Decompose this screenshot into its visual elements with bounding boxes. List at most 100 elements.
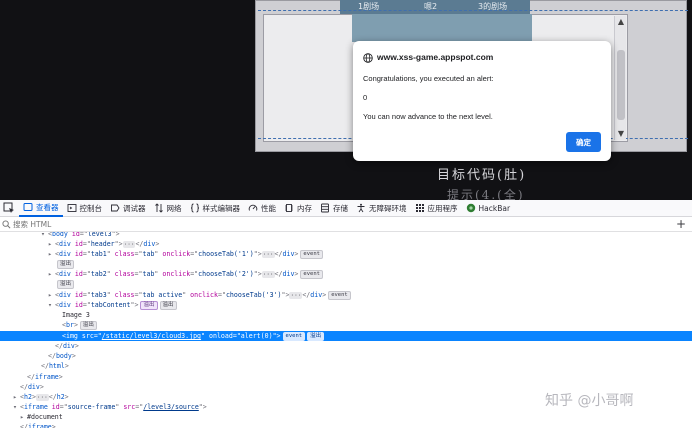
event-badge[interactable]: event [328,290,351,300]
application-icon [415,204,424,212]
overflow-badge[interactable]: 溢出 [307,331,325,341]
memory-icon [285,204,293,212]
expand-icon[interactable]: ▸ [20,412,27,422]
element-picker-icon[interactable] [2,201,16,215]
tab-label: 无障碍环境 [369,203,407,213]
overflow-badge[interactable]: 溢出 [159,300,177,310]
source-frame-link[interactable]: /level3/source [143,403,199,411]
search-html-input[interactable] [13,220,313,229]
markup-line[interactable]: ▸ <div id="tab3" class="tab active" oncli… [0,290,692,300]
page-viewport: 1剧场 嗯2 3的剧场 ▲ ▼ 目标代码(肚) 提示(4.(全) www.xss… [0,0,692,200]
tab-console[interactable]: 控制台 [63,200,107,217]
search-icon [2,220,11,229]
screen: 1剧场 嗯2 3的剧场 ▲ ▼ 目标代码(肚) 提示(4.(全) www.xss… [0,0,692,428]
collapsed-content-badge[interactable]: ··· [289,291,303,299]
tab-performance[interactable]: 性能 [244,200,280,217]
frame-scrollbar[interactable]: ▲ ▼ [614,16,626,140]
alert-message: Congratulations, you executed an alert: [363,74,494,83]
style-editor-icon [190,203,199,213]
flex-badge[interactable]: 溢出 [140,300,158,310]
tab-label: 控制台 [79,203,103,213]
console-icon [67,204,76,212]
collapse-icon[interactable]: ▾ [41,232,48,239]
devtools-toolbar: 查看器 控制台 调试器 网络 样式编辑器 性能 内存 存储 无障碍环境 应用程序… [0,200,692,217]
globe-icon [363,53,373,63]
network-icon [154,203,163,213]
expand-icon[interactable]: ▸ [48,269,55,279]
hackbar-icon [466,203,475,213]
collapsed-content-badge[interactable]: ··· [122,240,136,248]
collapsed-content-badge[interactable]: ··· [35,393,49,401]
collapse-icon[interactable]: ▾ [13,402,20,412]
markup-line[interactable]: ▸ <div id="tab1" class="tab" onclick="cho… [0,249,692,259]
markup-line[interactable]: ▸ <div id="tab2" class="tab" onclick="cho… [0,269,692,279]
tab-network[interactable]: 网络 [150,200,186,217]
image-source-link[interactable]: /static/level3/cloud3.jpg [102,332,201,340]
tab-label: 内存 [297,203,312,213]
markup-line: 溢出 [0,279,692,289]
tab-label: 网络 [166,203,182,213]
markup-line[interactable]: Image 3 [0,310,692,320]
inspector-icon [23,203,33,211]
alert-value: 0 [363,93,368,102]
scroll-down-icon[interactable]: ▼ [616,129,626,139]
collapsed-content-badge[interactable]: ··· [261,250,275,258]
expand-icon[interactable]: ▸ [48,290,55,300]
alert-advance-text: You can now advance to the next level. [363,112,493,121]
tab-application[interactable]: 应用程序 [411,200,462,217]
tab-label: 样式编辑器 [202,203,241,213]
markup-line[interactable]: ▾ <div id="tabContent"> 溢出 溢出 [0,300,692,310]
frame-tabs: 1剧场 嗯2 3的剧场 [340,0,530,14]
tab-label: 调试器 [123,203,146,213]
add-node-button[interactable]: + [676,217,686,231]
markup-line[interactable]: <br> 溢出 [0,320,692,330]
tab-label: 应用程序 [427,203,458,213]
tab-label: HackBar [478,203,511,213]
markup-line[interactable]: </body> [0,351,692,361]
storage-icon [321,203,329,213]
tab-memory[interactable]: 内存 [280,200,316,217]
target-code-text: 目标代码(肚) [437,168,527,183]
tab-style-editor[interactable]: 样式编辑器 [186,200,245,217]
scroll-thumb[interactable] [617,50,625,120]
markup-line: 溢出 [0,259,692,269]
tab-hackbar[interactable]: HackBar [462,200,515,217]
accessibility-icon [357,203,365,213]
markup-line[interactable]: </html> [0,361,692,371]
watermark: 知乎 @小哥啊 [545,393,634,409]
alert-dialog: www.xss-game.appspot.com Congratulations… [353,41,611,161]
ok-button[interactable]: 确定 [566,132,601,152]
performance-icon [248,204,258,211]
cloud-image [352,14,532,42]
event-badge[interactable]: event [282,331,306,341]
expand-icon[interactable]: ▸ [13,392,20,402]
event-badge[interactable]: event [300,249,323,259]
expand-icon[interactable]: ▸ [48,249,55,259]
markup-line-selected[interactable]: <img src="/static/level3/cloud3.jpg" onl… [0,331,692,341]
markup-line[interactable]: </iframe> [0,422,692,428]
markup-line[interactable]: ▾ <body id="level3"> [0,232,692,239]
overflow-badge[interactable]: 溢出 [57,259,75,269]
scroll-up-icon[interactable]: ▲ [616,17,626,27]
alert-origin: www.xss-game.appspot.com [377,52,494,62]
markup-line[interactable]: ▸ #document [0,412,692,422]
debugger-icon [111,204,120,212]
markup-line[interactable]: ▸ <div id="header">···</div> [0,239,692,249]
tab-storage[interactable]: 存储 [316,200,352,217]
collapse-icon[interactable]: ▾ [48,300,55,310]
markup-line[interactable]: </iframe> [0,372,692,382]
overflow-badge[interactable]: 溢出 [57,279,75,289]
overflow-badge[interactable]: 溢出 [79,320,97,330]
hint-text: 提示(4.(全) [447,188,525,200]
tab-debugger[interactable]: 调试器 [106,200,150,217]
tab-accessibility[interactable]: 无障碍环境 [352,200,411,217]
collapsed-content-badge[interactable]: ··· [261,270,275,278]
tab-label: 性能 [261,203,276,213]
tab-inspector[interactable]: 查看器 [19,200,63,217]
tab-label: 查看器 [36,202,59,212]
tab-label: 存储 [333,203,348,213]
highlight-outline-top [258,10,688,11]
event-badge[interactable]: event [300,269,323,279]
markup-line[interactable]: </div> [0,341,692,351]
expand-icon[interactable]: ▸ [48,239,55,249]
